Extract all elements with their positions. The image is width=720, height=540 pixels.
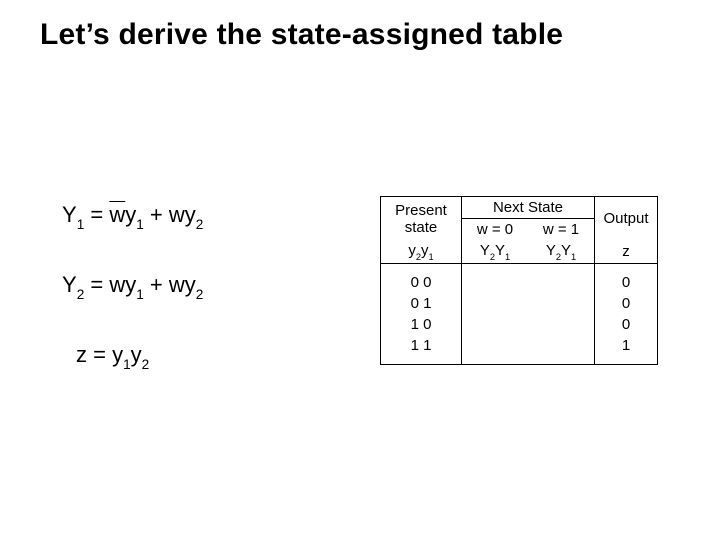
eq1-w: w <box>169 202 185 227</box>
eq1-y-b: y <box>185 202 196 227</box>
eq3-y-b: y <box>131 342 142 367</box>
equation-y1: Y1 = wy1 + wy2 <box>62 204 203 230</box>
cell-w1-2 <box>528 314 595 335</box>
page-title: Let’s derive the state-assigned table <box>40 18 563 52</box>
eq3-y-a-sub: 1 <box>123 357 131 372</box>
sub-Y-b0: Y <box>495 242 505 259</box>
eq2-plus: + <box>144 272 169 297</box>
eq1-plus: + <box>144 202 169 227</box>
cell-ps-3: 1 1 <box>381 335 462 356</box>
table-row: 0 1 0 <box>381 293 658 314</box>
sub-Y-b0-sub: 1 <box>505 252 510 262</box>
eq2-lhs-var: Y <box>62 272 77 297</box>
spacer-row-bottom <box>381 356 658 365</box>
eq1-equals: = <box>84 202 109 227</box>
eq2-y-b-sub: 2 <box>196 287 204 302</box>
spacer-row <box>381 264 658 273</box>
eq3-lhs: z <box>76 342 87 367</box>
cell-w0-2 <box>462 314 529 335</box>
sub-y-a-sub: 2 <box>416 252 421 262</box>
eq1-y-a-sub: 1 <box>136 217 144 232</box>
cell-w1-1 <box>528 293 595 314</box>
eq1-y-b-sub: 2 <box>196 217 204 232</box>
eq2-y-b: y <box>185 272 196 297</box>
cell-z-3: 1 <box>595 335 658 356</box>
cell-z-0: 0 <box>595 272 658 293</box>
eq1-lhs-var: Y <box>62 202 77 227</box>
sub-Y-a0: Y <box>480 242 490 259</box>
cell-z-1: 0 <box>595 293 658 314</box>
equations-block: Y1 = wy1 + wy2 Y2 = wy1 + wy2 z = y1y2 <box>62 204 203 414</box>
eq2-equals: = <box>84 272 109 297</box>
slide: Let’s derive the state-assigned table Y1… <box>0 0 720 540</box>
equation-y2: Y2 = wy1 + wy2 <box>62 274 203 300</box>
header-w0: w = 0 <box>462 219 529 241</box>
table-row: 1 0 0 <box>381 314 658 335</box>
cell-w0-3 <box>462 335 529 356</box>
cell-w1-3 <box>528 335 595 356</box>
eq2-w-b: w <box>169 272 185 297</box>
subheader-Y2Y1-w0: Y2Y1 <box>462 240 529 264</box>
sub-Y-a0-sub: 2 <box>490 252 495 262</box>
cell-z-2: 0 <box>595 314 658 335</box>
header-present-state-line1: Present <box>395 202 447 219</box>
sub-Y-a1: Y <box>546 242 556 259</box>
eq1-wbar: w <box>109 202 125 227</box>
table-row: 1 1 1 <box>381 335 658 356</box>
sub-Y-a1-sub: 2 <box>556 252 561 262</box>
cell-ps-1: 0 1 <box>381 293 462 314</box>
state-table: Present state Next State Output w = 0 w … <box>380 196 658 365</box>
table-header-row-1: Present state Next State Output <box>381 197 658 219</box>
subheader-Y2Y1-w1: Y2Y1 <box>528 240 595 264</box>
cell-w0-1 <box>462 293 529 314</box>
eq1-lhs-sub: 1 <box>77 217 85 232</box>
sub-y-b-sub: 1 <box>429 252 434 262</box>
sub-y-a: y <box>408 242 416 259</box>
table-row: 0 0 0 <box>381 272 658 293</box>
equation-z: z = y1y2 <box>76 344 203 370</box>
header-present-state-line2: state <box>405 219 438 236</box>
cell-w0-0 <box>462 272 529 293</box>
eq1-y-a: y <box>125 202 136 227</box>
header-present-state: Present state <box>381 197 462 241</box>
table-subheader-row: y2y1 Y2Y1 Y2Y1 z <box>381 240 658 264</box>
eq3-y-b-sub: 2 <box>142 357 150 372</box>
header-output: Output <box>595 197 658 241</box>
eq2-lhs-sub: 2 <box>77 287 85 302</box>
eq2-y-a-sub: 1 <box>136 287 144 302</box>
cell-ps-0: 0 0 <box>381 272 462 293</box>
eq2-y-a: y <box>125 272 136 297</box>
eq2-w-a: w <box>109 272 125 297</box>
header-w1: w = 1 <box>528 219 595 241</box>
cell-w1-0 <box>528 272 595 293</box>
subheader-y2y1: y2y1 <box>381 240 462 264</box>
cell-ps-2: 1 0 <box>381 314 462 335</box>
sub-y-b: y <box>421 242 429 259</box>
sub-Y-b1: Y <box>561 242 571 259</box>
state-assigned-table: Present state Next State Output w = 0 w … <box>380 196 658 365</box>
sub-Y-b1-sub: 1 <box>571 252 576 262</box>
eq3-y-a: y <box>112 342 123 367</box>
eq3-equals: = <box>87 342 112 367</box>
header-next-state: Next State <box>462 197 595 219</box>
subheader-z: z <box>595 240 658 264</box>
